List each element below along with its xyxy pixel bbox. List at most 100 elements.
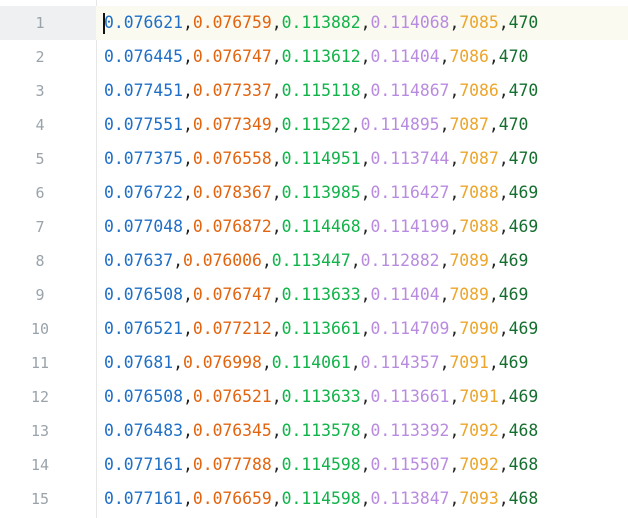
line-number: 7 bbox=[35, 218, 45, 236]
editor-line[interactable]: 5 0.077375,0.076558,0.114951,0.113744,708… bbox=[0, 142, 628, 176]
csv-field-3: 0.114598 bbox=[281, 489, 361, 508]
editor-line[interactable]: 2 0.076445,0.076747,0.113612,0.11404,7086… bbox=[0, 40, 628, 74]
csv-field-3: 0.114598 bbox=[281, 455, 361, 474]
csv-field-5: 7088 bbox=[459, 183, 499, 202]
editor-line[interactable]: 9 0.076508,0.076747,0.113633,0.11404,7089… bbox=[0, 278, 628, 312]
csv-field-1: 0.076621 bbox=[104, 13, 183, 32]
csv-separator: , bbox=[182, 81, 193, 100]
csv-field-6: 468 bbox=[508, 421, 539, 440]
csv-separator: , bbox=[360, 217, 371, 236]
editor-line[interactable]: 14 0.077161,0.077788,0.114598,0.115507,70… bbox=[0, 448, 628, 482]
editor-line[interactable]: 12 0.076508,0.076521,0.113633,0.113661,70… bbox=[0, 380, 628, 414]
line-content[interactable]: 0.07637,0.076006,0.113447,0.112882,7089,… bbox=[104, 244, 528, 278]
csv-field-6: 470 bbox=[498, 47, 529, 66]
editor-line[interactable]: 13 0.076483,0.076345,0.113578,0.113392,70… bbox=[0, 414, 628, 448]
csv-field-6: 469 bbox=[508, 319, 539, 338]
line-content[interactable]: 0.076722,0.078367,0.113985,0.116427,7088… bbox=[104, 176, 538, 210]
line-content[interactable]: 0.077375,0.076558,0.114951,0.113744,7087… bbox=[104, 142, 538, 176]
csv-separator: , bbox=[449, 319, 460, 338]
csv-field-1: 0.076445 bbox=[104, 47, 183, 66]
csv-separator: , bbox=[182, 319, 193, 338]
csv-field-4: 0.114068 bbox=[370, 13, 450, 32]
csv-separator: , bbox=[271, 149, 282, 168]
csv-separator: , bbox=[182, 387, 193, 406]
editor-line[interactable]: 11 0.07681,0.076998,0.114061,0.114357,709… bbox=[0, 346, 628, 380]
editor-line[interactable]: 3 0.077451,0.077337,0.115118,0.114867,708… bbox=[0, 74, 628, 108]
csv-separator: , bbox=[449, 421, 460, 440]
csv-separator: , bbox=[360, 319, 371, 338]
csv-separator: , bbox=[439, 251, 450, 270]
csv-separator: , bbox=[360, 455, 371, 474]
line-content[interactable]: 0.076508,0.076747,0.113633,0.11404,7089,… bbox=[104, 278, 528, 312]
csv-field-2: 0.076345 bbox=[192, 421, 272, 440]
editor-line[interactable]: 15 0.077161,0.076659,0.114598,0.113847,70… bbox=[0, 482, 628, 516]
line-content[interactable]: 0.077161,0.077788,0.114598,0.115507,7092… bbox=[104, 448, 538, 482]
line-content[interactable]: 0.07681,0.076998,0.114061,0.114357,7091,… bbox=[104, 346, 528, 380]
csv-field-3: 0.113633 bbox=[281, 387, 361, 406]
csv-separator: , bbox=[498, 217, 509, 236]
line-number: 14 bbox=[30, 456, 50, 474]
csv-field-4: 0.114709 bbox=[370, 319, 450, 338]
line-content[interactable]: 0.077161,0.076659,0.114598,0.113847,7093… bbox=[104, 482, 538, 516]
csv-field-5: 7088 bbox=[459, 217, 499, 236]
line-content[interactable]: 0.076445,0.076747,0.113612,0.11404,7086,… bbox=[104, 40, 528, 74]
csv-field-2: 0.077349 bbox=[192, 115, 272, 134]
csv-field-5: 7087 bbox=[449, 115, 489, 134]
line-content[interactable]: 0.077048,0.076872,0.114468,0.114199,7088… bbox=[104, 210, 538, 244]
csv-field-1: 0.077451 bbox=[104, 81, 183, 100]
csv-separator: , bbox=[360, 285, 371, 304]
csv-separator: , bbox=[488, 353, 499, 372]
csv-field-4: 0.113392 bbox=[370, 421, 450, 440]
line-number: 9 bbox=[35, 286, 45, 304]
csv-field-4: 0.112882 bbox=[360, 251, 440, 270]
csv-separator: , bbox=[350, 353, 361, 372]
csv-field-5: 7085 bbox=[459, 13, 499, 32]
line-content[interactable]: 0.077451,0.077337,0.115118,0.114867,7086… bbox=[104, 74, 538, 108]
csv-separator: , bbox=[498, 183, 509, 202]
csv-separator: , bbox=[498, 489, 509, 508]
csv-field-6: 470 bbox=[508, 149, 539, 168]
line-content[interactable]: 0.076521,0.077212,0.113661,0.114709,7090… bbox=[104, 312, 538, 346]
editor-line[interactable]: 7 0.077048,0.076872,0.114468,0.114199,708… bbox=[0, 210, 628, 244]
csv-field-5: 7089 bbox=[449, 251, 489, 270]
editor-line[interactable]: 8 0.07637,0.076006,0.113447,0.112882,7089… bbox=[0, 244, 628, 278]
csv-separator: , bbox=[271, 13, 282, 32]
line-content[interactable]: 0.077551,0.077349,0.11522,0.114895,7087,… bbox=[104, 108, 528, 142]
line-number: 11 bbox=[30, 354, 50, 372]
csv-field-6: 469 bbox=[508, 387, 539, 406]
csv-field-5: 7087 bbox=[459, 149, 499, 168]
csv-separator: , bbox=[449, 183, 460, 202]
csv-separator: , bbox=[271, 319, 282, 338]
csv-separator: , bbox=[488, 115, 499, 134]
csv-field-3: 0.113985 bbox=[281, 183, 361, 202]
csv-field-6: 469 bbox=[498, 285, 529, 304]
code-editor[interactable]: 1 0.076621,0.076759,0.113882,0.114068,708… bbox=[0, 0, 628, 518]
csv-field-2: 0.076747 bbox=[192, 47, 272, 66]
csv-field-4: 0.115507 bbox=[370, 455, 450, 474]
csv-field-1: 0.076483 bbox=[104, 421, 183, 440]
csv-separator: , bbox=[498, 455, 509, 474]
csv-separator: , bbox=[498, 421, 509, 440]
line-number: 4 bbox=[35, 116, 45, 134]
csv-field-6: 468 bbox=[508, 489, 539, 508]
editor-line[interactable]: 1 0.076621,0.076759,0.113882,0.114068,708… bbox=[0, 6, 628, 40]
csv-separator: , bbox=[271, 455, 282, 474]
csv-separator: , bbox=[360, 387, 371, 406]
line-number: 3 bbox=[35, 82, 45, 100]
csv-field-3: 0.113661 bbox=[281, 319, 361, 338]
line-content[interactable]: 0.076621,0.076759,0.113882,0.114068,7085… bbox=[103, 6, 538, 40]
csv-field-4: 0.114357 bbox=[360, 353, 440, 372]
csv-separator: , bbox=[488, 47, 499, 66]
editor-line[interactable]: 6 0.076722,0.078367,0.113985,0.116427,708… bbox=[0, 176, 628, 210]
editor-lines[interactable]: 1 0.076621,0.076759,0.113882,0.114068,708… bbox=[0, 6, 628, 516]
editor-line[interactable]: 4 0.077551,0.077349,0.11522,0.114895,7087… bbox=[0, 108, 628, 142]
line-content[interactable]: 0.076483,0.076345,0.113578,0.113392,7092… bbox=[104, 414, 538, 448]
editor-line[interactable]: 10 0.076521,0.077212,0.113661,0.114709,70… bbox=[0, 312, 628, 346]
csv-separator: , bbox=[182, 455, 193, 474]
line-content[interactable]: 0.076508,0.076521,0.113633,0.113661,7091… bbox=[104, 380, 538, 414]
csv-separator: , bbox=[449, 217, 460, 236]
csv-separator: , bbox=[271, 285, 282, 304]
csv-separator: , bbox=[182, 47, 193, 66]
csv-separator: , bbox=[261, 251, 272, 270]
csv-separator: , bbox=[271, 489, 282, 508]
